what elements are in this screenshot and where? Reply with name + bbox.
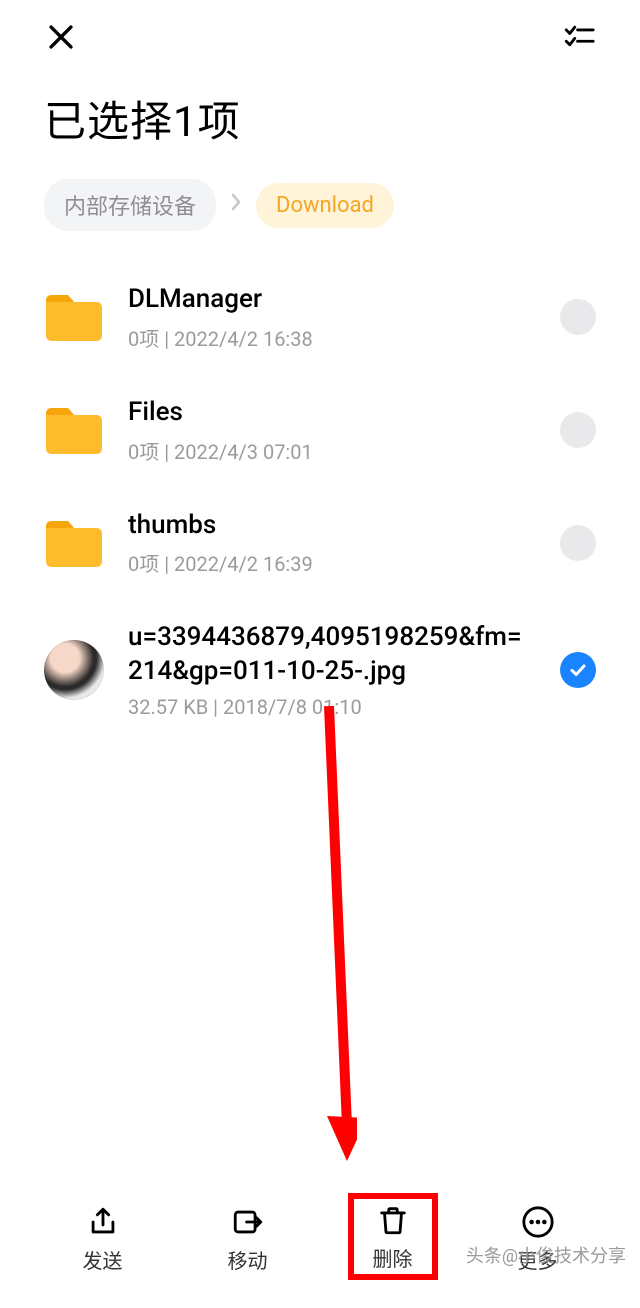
move-icon <box>231 1205 265 1239</box>
folder-icon <box>44 287 104 347</box>
item-meta: 0项 | 2022/4/2 16:38 <box>128 323 536 352</box>
action-label: 删除 <box>373 1243 413 1272</box>
item-name: DLManager <box>128 283 536 317</box>
image-thumbnail <box>44 640 104 700</box>
chevron-right-icon <box>230 192 242 218</box>
item-meta: 0项 | 2022/4/2 16:39 <box>128 548 536 577</box>
trash-icon <box>376 1203 410 1237</box>
select-checkbox[interactable] <box>560 299 596 335</box>
item-name: thumbs <box>128 509 536 543</box>
close-icon <box>44 20 78 54</box>
annotation-arrow <box>317 706 357 1166</box>
list-item[interactable]: DLManager 0项 | 2022/4/2 16:38 <box>44 261 596 374</box>
file-list: DLManager 0项 | 2022/4/2 16:38 Files 0项 |… <box>0 261 640 741</box>
item-meta: 0项 | 2022/4/3 07:01 <box>128 436 536 465</box>
folder-icon <box>44 513 104 573</box>
select-all-button[interactable] <box>562 20 596 58</box>
list-item[interactable]: u=3394436879,4095198259&fm=214&gp=011-10… <box>44 599 596 741</box>
checklist-icon <box>562 20 596 54</box>
action-label: 移动 <box>228 1245 268 1274</box>
select-checkbox[interactable] <box>560 652 596 688</box>
select-checkbox[interactable] <box>560 525 596 561</box>
watermark: 头条@小俊技术分享 <box>466 1242 626 1268</box>
breadcrumb: 内部存储设备 Download <box>0 179 640 261</box>
move-button[interactable]: 移动 <box>203 1197 293 1280</box>
send-button[interactable]: 发送 <box>58 1197 148 1280</box>
action-label: 发送 <box>83 1245 123 1274</box>
breadcrumb-root[interactable]: 内部存储设备 <box>44 179 216 231</box>
list-item[interactable]: Files 0项 | 2022/4/3 07:01 <box>44 374 596 487</box>
breadcrumb-current[interactable]: Download <box>256 183 394 228</box>
list-item[interactable]: thumbs 0项 | 2022/4/2 16:39 <box>44 487 596 600</box>
check-icon <box>568 660 588 680</box>
close-button[interactable] <box>44 20 78 58</box>
folder-icon <box>44 400 104 460</box>
item-name: u=3394436879,4095198259&fm=214&gp=011-10… <box>128 621 536 689</box>
select-checkbox[interactable] <box>560 412 596 448</box>
item-meta: 32.57 KB | 2018/7/8 01:10 <box>128 695 536 719</box>
item-name: Files <box>128 396 536 430</box>
page-title: 已选择1项 <box>0 68 640 179</box>
share-icon <box>86 1205 120 1239</box>
more-icon <box>521 1205 555 1239</box>
delete-button[interactable]: 删除 <box>348 1193 438 1280</box>
